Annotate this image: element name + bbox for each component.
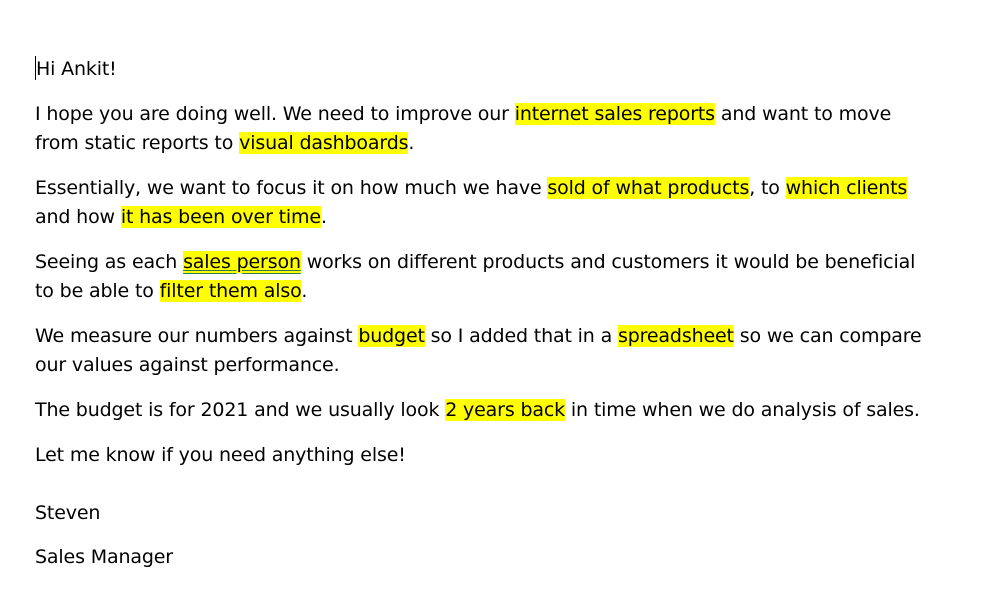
paragraph-request[interactable]: I hope you are doing well. We need to im… bbox=[35, 100, 935, 158]
highlighted-phrase: sold of what products bbox=[547, 177, 750, 199]
paragraph-focus[interactable]: Essentially, we want to focus it on how … bbox=[35, 174, 935, 232]
closing-paragraph[interactable]: Let me know if you need anything else! bbox=[35, 441, 935, 470]
paragraph-text: . bbox=[408, 132, 415, 154]
paragraph-text: , to bbox=[749, 177, 786, 199]
paragraph-text: . bbox=[301, 280, 308, 302]
paragraph-text: Essentially, we want to focus it on how … bbox=[35, 177, 548, 199]
paragraph-budget[interactable]: We measure our numbers against budget so… bbox=[35, 322, 935, 380]
paragraph-text: in time when we do analysis of sales. bbox=[565, 399, 920, 421]
greeting-paragraph[interactable]: Hi Ankit! bbox=[35, 55, 935, 84]
paragraph-text: The budget is for 2021 and we usually lo… bbox=[35, 399, 446, 421]
highlighted-phrase: visual dashboards bbox=[239, 132, 409, 154]
highlighted-phrase: it has been over time bbox=[120, 206, 321, 228]
paragraph-text: I hope you are doing well. We need to im… bbox=[35, 103, 515, 125]
highlighted-phrase: budget bbox=[358, 325, 425, 347]
paragraph-text: so I added that in a bbox=[424, 325, 618, 347]
paragraph-text: We measure our numbers against bbox=[35, 325, 359, 347]
highlighted-phrase: internet sales reports bbox=[514, 103, 715, 125]
paragraph-timeframe[interactable]: The budget is for 2021 and we usually lo… bbox=[35, 396, 935, 425]
highlighted-phrase: filter them also bbox=[159, 280, 302, 302]
paragraph-filter[interactable]: Seeing as each sales person works on dif… bbox=[35, 248, 935, 306]
paragraph-text: Seeing as each bbox=[35, 251, 184, 273]
paragraph-text: and how bbox=[35, 206, 121, 228]
signature-title[interactable]: Sales Manager bbox=[35, 543, 935, 572]
highlighted-phrase: spreadsheet bbox=[617, 325, 734, 347]
highlighted-phrase-grammar-flag[interactable]: sales person bbox=[183, 251, 301, 273]
highlighted-phrase: 2 years back bbox=[445, 399, 566, 421]
greeting-text: Hi Ankit! bbox=[36, 58, 117, 80]
signature-name[interactable]: Steven bbox=[35, 499, 935, 528]
paragraph-text: . bbox=[320, 206, 327, 228]
highlighted-phrase: which clients bbox=[785, 177, 908, 199]
document-body[interactable]: Hi Ankit! I hope you are doing well. We … bbox=[35, 55, 935, 588]
